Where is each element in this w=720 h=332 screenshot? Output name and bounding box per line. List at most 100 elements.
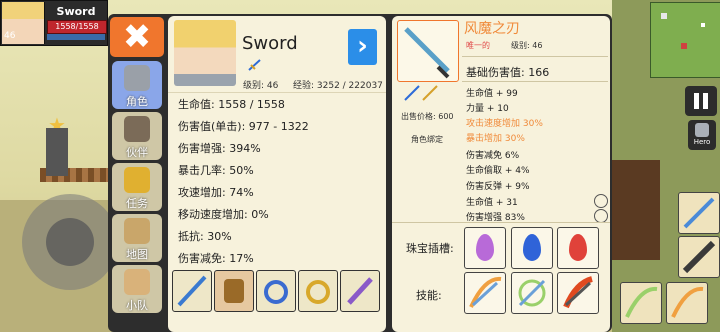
equip-slot-accessory[interactable]	[340, 270, 380, 312]
feather-icon	[347, 277, 373, 305]
minimap-marker	[661, 13, 667, 19]
item-level: 级别: 46	[511, 41, 543, 50]
slash-skill-icon	[469, 276, 502, 308]
reroll-icon[interactable]	[594, 194, 608, 208]
pause-icon	[703, 93, 708, 109]
stat-damage-reduction: 伤害减免: 17%	[178, 252, 254, 265]
item-affix: 攻击速度增加 30%	[466, 119, 543, 129]
virtual-joystick[interactable]	[22, 194, 118, 290]
purple-gem-icon	[476, 234, 494, 261]
equip-slot-weapon[interactable]	[172, 270, 212, 312]
divider	[462, 56, 608, 57]
skill-slot-3[interactable]	[557, 272, 599, 314]
tab-label: 任务	[126, 197, 148, 210]
quick-skill-slot-3[interactable]	[620, 282, 662, 324]
character-exp: 经验: 3252 / 222037	[293, 81, 383, 91]
item-rarity: 唯一的	[466, 41, 490, 50]
item-affix: 力量 + 10	[466, 104, 509, 114]
hero-status-hud[interactable]: 46 Sword 1558/1558	[0, 0, 108, 46]
stat-damage: 伤害值(单击): 977 - 1322	[178, 120, 309, 133]
stat-attack-speed: 攻速增加: 74%	[178, 186, 254, 199]
item-affix: 伤害减免 6%	[466, 151, 520, 161]
armor-icon	[224, 279, 244, 303]
minimap-marker	[681, 43, 687, 49]
divider	[462, 81, 608, 82]
item-affix: 暴击增加 30%	[466, 134, 525, 144]
item-icon-frame	[397, 20, 459, 82]
hero-hp-bar: 1558/1558	[47, 20, 107, 34]
stat-resistance: 抵抗: 30%	[178, 230, 232, 243]
equip-slot-ring-1[interactable]	[256, 270, 296, 312]
character-portrait	[174, 20, 236, 86]
quick-skill-slot-4[interactable]	[666, 282, 708, 324]
tab-label: 角色	[126, 95, 148, 108]
scroll-map-icon	[124, 218, 150, 244]
party-icon	[124, 269, 150, 295]
gem-slot-3[interactable]	[557, 227, 599, 269]
wind-blade-skill-icon	[518, 279, 546, 307]
stat-move-speed: 移动速度增加: 0%	[178, 208, 269, 221]
hero-button-label: Hero	[693, 138, 711, 146]
stone-lantern	[46, 128, 68, 176]
helmet-icon	[124, 65, 150, 91]
fire-slash-skill-icon	[563, 276, 593, 309]
skill-slot-1[interactable]	[464, 272, 506, 314]
item-name: 风魔之刃	[464, 21, 520, 37]
reroll-icon[interactable]	[594, 209, 608, 223]
minimap[interactable]	[650, 2, 720, 78]
equip-slot-ring-2[interactable]	[298, 270, 338, 312]
stat-hp: 生命值: 1558 / 1558	[178, 98, 285, 111]
tab-companions[interactable]: 伙伴	[112, 112, 162, 160]
slash-skill-icon	[671, 286, 704, 318]
gem-slots-label: 珠宝插槽:	[406, 242, 454, 255]
next-character-button[interactable]: ›	[348, 29, 377, 65]
spiked-club-icon	[682, 240, 716, 274]
skill-slot-2[interactable]	[511, 272, 553, 314]
divider	[168, 92, 386, 93]
minimap-marker	[701, 23, 705, 27]
hero-name: Sword	[56, 5, 96, 18]
pause-icon	[694, 93, 699, 109]
quick-skill-slot-1[interactable]	[678, 192, 720, 234]
gold-ring-icon	[306, 280, 330, 304]
stat-crit-chance: 暴击几率: 50%	[178, 164, 254, 177]
hero-button[interactable]: Hero	[688, 120, 716, 150]
sword-icon	[683, 197, 715, 229]
item-sell-price: 出售价格: 600	[401, 112, 454, 121]
item-affix: 生命偷取 + 4%	[466, 166, 530, 176]
equipment-row	[172, 270, 382, 314]
skills-label: 技能:	[416, 289, 442, 302]
tab-label: 伙伴	[126, 146, 148, 159]
gem-slot-2[interactable]	[511, 227, 553, 269]
stat-damage-boost: 伤害增强: 394%	[178, 142, 261, 155]
tab-map[interactable]: 地图	[112, 214, 162, 262]
equip-slot-armor[interactable]	[214, 270, 254, 312]
ring-icon	[264, 280, 288, 304]
blue-gem-icon	[523, 234, 541, 261]
item-bind-status: 角色绑定	[411, 135, 443, 144]
wind-blade-skill-icon	[625, 286, 658, 318]
quick-skill-slot-2[interactable]	[678, 236, 720, 278]
viking-helmet-icon	[124, 116, 150, 142]
tab-label: 地图	[126, 248, 148, 261]
tab-party[interactable]: 小队	[112, 265, 162, 313]
blade-icon	[404, 27, 450, 79]
item-base-damage: 基础伤害值: 166	[466, 66, 550, 79]
red-gem-icon	[569, 234, 587, 261]
tab-quests[interactable]: 任务	[112, 163, 162, 211]
weapon-type-icon	[404, 85, 438, 101]
item-affix: 生命值 + 99	[466, 89, 518, 99]
pause-button[interactable]	[685, 86, 717, 116]
close-button[interactable]: ✖	[110, 17, 164, 57]
joystick-knob[interactable]	[46, 218, 94, 266]
divider	[392, 222, 610, 223]
hero-level: 46	[4, 31, 16, 41]
gem-slot-1[interactable]	[464, 227, 506, 269]
tab-label: 小队	[126, 299, 148, 312]
character-name: Sword	[242, 33, 298, 54]
hero-mana-bar	[47, 34, 105, 40]
knight-helmet-icon	[695, 123, 709, 137]
item-affix: 生命值 + 31	[466, 198, 518, 208]
sword-icon	[177, 275, 207, 307]
tab-character[interactable]: 角色	[112, 61, 162, 109]
